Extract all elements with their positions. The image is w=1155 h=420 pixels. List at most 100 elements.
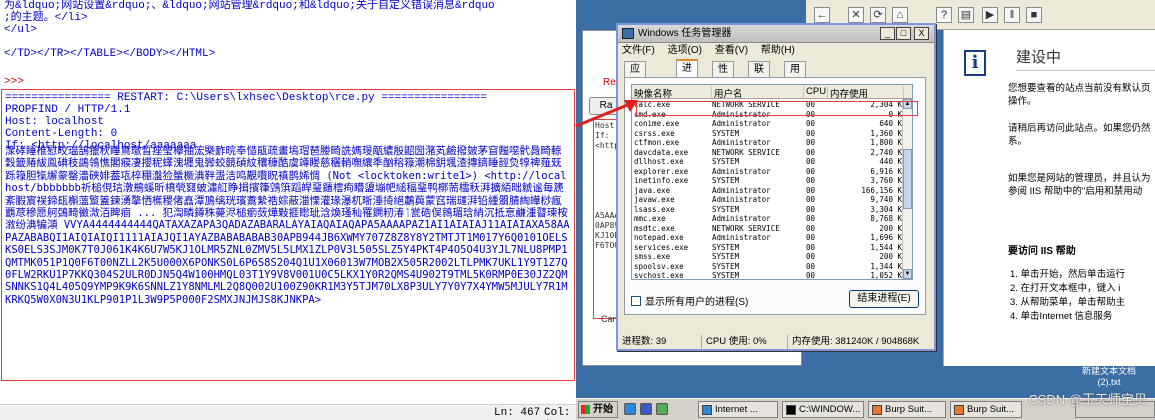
cpu-usage: CPU 使用: 0% <box>704 335 788 349</box>
process-row[interactable]: smss.exe SYSTEM 00 200 K <box>632 252 906 262</box>
process-image-name: spoolsv.exe <box>634 261 684 271</box>
process-memory: 1,696 K <box>870 233 902 242</box>
process-user-name: SYSTEM <box>712 204 740 214</box>
column-cpu[interactable]: CPU <box>804 86 828 98</box>
taskbar-item-cmd[interactable]: C:\WINDOW... <box>782 401 864 418</box>
process-memory: 200 K <box>879 252 902 261</box>
menu-view[interactable]: 查看(V) <box>715 45 748 56</box>
process-image-name: explorer.exe <box>634 166 689 176</box>
process-row[interactable]: conime.exe Administrator 00 640 K <box>632 119 906 129</box>
process-memory: 1,344 K <box>870 261 902 271</box>
task-manager-titlebar[interactable]: Windows 任务管理器 _ □ X <box>618 25 934 43</box>
process-row[interactable]: javaw.exe Administrator 00 9,740 K <box>632 195 906 205</box>
paragraph-1: 您想要查看的站点当前没有默认页 操作。 <box>1008 82 1155 108</box>
process-row[interactable]: davcdata.exe NETWORK SERVICE 00 2,740 K <box>632 148 906 158</box>
process-row[interactable]: notepad.exe Administrator 00 1,696 K <box>632 233 906 243</box>
process-image-name: java.exe <box>634 185 671 195</box>
minimize-button[interactable]: _ <box>880 27 895 40</box>
process-user-name: SYSTEM <box>712 128 740 138</box>
process-user-name: SYSTEM <box>712 242 740 252</box>
process-image-name: inetinfo.exe <box>634 176 689 185</box>
text-line: 请稍后再访问此站点。如果您仍然 <box>1008 123 1151 134</box>
payload-encoded-tail: VVYA4444444444QATAXAZAPA3QADAZABARALAYAI… <box>5 219 570 306</box>
tab-performance[interactable]: 性能 <box>712 61 734 90</box>
shell-status-bar: Ln: 467 Col: 1 <box>0 404 576 420</box>
process-list-scrollbar[interactable]: ▲ ▼ <box>902 99 912 279</box>
column-memory[interactable]: 内存使用 <box>828 86 904 100</box>
process-row[interactable]: dllhost.exe SYSTEM 00 440 K <box>632 157 906 167</box>
process-user-name: SYSTEM <box>712 261 740 271</box>
process-memory: 1,544 K <box>870 242 902 252</box>
process-row[interactable]: svchost.exe SYSTEM 00 1,052 K <box>632 271 906 280</box>
start-button[interactable]: 开始 <box>578 401 618 418</box>
task-manager-window: Windows 任务管理器 _ □ X 文件(F) 选项(O) 查看(V) 帮助… <box>616 23 936 351</box>
windows-flag-icon <box>581 405 590 414</box>
home-icon[interactable]: ⌂ <box>892 7 908 23</box>
desktop-file-icon[interactable]: 新建文本文档 (2).txt <box>1064 366 1154 388</box>
process-row[interactable]: csrss.exe SYSTEM 00 1,360 K <box>632 129 906 139</box>
taskbar-item-burp-1[interactable]: Burp Suit... <box>868 401 946 418</box>
ie-quicklaunch-icon[interactable] <box>624 403 636 415</box>
menu-file[interactable]: 文件(F) <box>622 45 655 56</box>
maximize-button[interactable]: □ <box>896 27 911 40</box>
menu-help[interactable]: 帮助(H) <box>761 45 795 56</box>
help-step: 3. 从帮助菜单，单击帮助主 <box>1010 297 1126 308</box>
process-cpu: 00 <box>806 147 816 157</box>
column-image-name[interactable]: 映像名称 <box>632 86 712 100</box>
close-button[interactable]: X <box>914 27 929 40</box>
process-image-name: lsass.exe <box>634 204 675 214</box>
red-arrow-icon <box>575 100 638 128</box>
tab-processes[interactable]: 进程 <box>676 59 698 89</box>
explorer-quicklaunch-icon[interactable] <box>640 403 652 415</box>
process-row[interactable]: inetinfo.exe SYSTEM 00 3,760 K <box>632 176 906 186</box>
scroll-down-icon[interactable]: ▼ <box>903 269 912 279</box>
burp-icon <box>872 405 882 415</box>
help-heading: 要访问 IIS 帮助 <box>1008 246 1076 257</box>
restart-banner: ================ RESTART: C:\Users\lxhse… <box>5 92 487 104</box>
process-row[interactable]: msdtc.exe NETWORK SERVICE 00 200 K <box>632 224 906 234</box>
stop-square-icon[interactable]: ■ <box>1026 7 1042 23</box>
scroll-thumb[interactable] <box>903 149 912 209</box>
back-icon[interactable]: ← <box>814 7 830 23</box>
process-user-name: Administrator <box>712 185 771 195</box>
python-shell-window: 为&ldquo;网站设置&rdquo;、&ldquo;网站管理&rdquo;和&… <box>0 0 576 420</box>
play-icon[interactable]: ▶ <box>982 7 998 23</box>
stop-icon[interactable]: ✕ <box>848 7 864 23</box>
process-cpu: 00 <box>806 128 816 138</box>
process-row[interactable]: java.exe Administrator 00 166,156 K <box>632 186 906 196</box>
process-row[interactable]: explorer.exe Administrator 00 6,916 K <box>632 167 906 177</box>
checkbox-box[interactable] <box>631 296 641 306</box>
process-user-name: SYSTEM <box>712 252 740 261</box>
pause-icon[interactable]: ‖ <box>1004 7 1020 23</box>
process-memory: 1,052 K <box>870 271 902 280</box>
process-row[interactable]: ctfmon.exe Administrator 00 1,800 K <box>632 138 906 148</box>
highlighted-output-box: ================ RESTART: C:\Users\lxhse… <box>1 89 575 381</box>
process-row[interactable]: mmc.exe Administrator 00 8,768 K <box>632 214 906 224</box>
tab-applications[interactable]: 应用程序 <box>624 61 646 120</box>
tab-users[interactable]: 用户 <box>784 61 806 90</box>
process-user-name: SYSTEM <box>712 271 740 280</box>
end-process-button[interactable]: 结束进程(E) <box>849 290 919 308</box>
taskbar-item-burp-2[interactable]: Burp Suit... <box>950 401 1022 418</box>
process-image-name: javaw.exe <box>634 195 675 204</box>
desktop-quicklaunch-icon[interactable] <box>656 403 668 415</box>
process-image-name: ctfmon.exe <box>634 138 680 147</box>
process-user-name: Administrator <box>712 166 771 176</box>
process-row[interactable]: spoolsv.exe SYSTEM 00 1,344 K <box>632 262 906 272</box>
column-user-name[interactable]: 用户名 <box>712 86 804 100</box>
help-icon[interactable]: ? <box>936 7 952 23</box>
process-cpu: 00 <box>806 176 816 185</box>
process-row[interactable]: services.exe SYSTEM 00 1,544 K <box>632 243 906 253</box>
process-row[interactable]: lsass.exe SYSTEM 00 3,304 K <box>632 205 906 215</box>
refresh-icon[interactable]: ⟳ <box>870 7 886 23</box>
tab-networking[interactable]: 联网 <box>748 61 770 90</box>
request-content-length: Content-Length: 0 <box>5 128 118 140</box>
menu-options[interactable]: 选项(O) <box>668 45 702 56</box>
request-line: PROPFIND / HTTP/1.1 <box>5 104 131 116</box>
process-image-name: services.exe <box>634 242 689 252</box>
taskbar-item-internet[interactable]: Internet ... <box>698 401 778 418</box>
process-user-name: Administrator <box>712 119 771 128</box>
properties-icon[interactable]: ▤ <box>958 7 974 23</box>
help-step: 4. 单击Internet 信息服务 <box>1010 311 1113 322</box>
show-all-users-checkbox[interactable]: 显示所有用户的进程(S) <box>631 296 748 309</box>
